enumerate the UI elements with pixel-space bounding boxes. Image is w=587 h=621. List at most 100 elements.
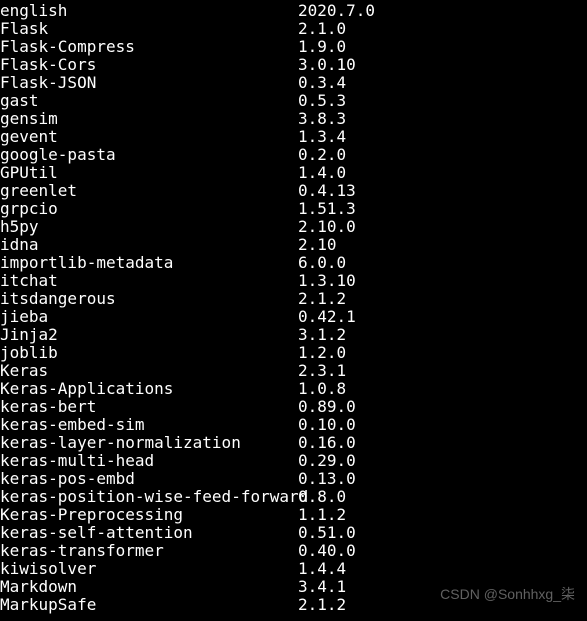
package-version: 3.8.3 bbox=[298, 110, 346, 128]
package-name: Flask bbox=[0, 20, 298, 38]
package-name: keras-multi-head bbox=[0, 452, 298, 470]
package-row: keras-pos-embd0.13.0 bbox=[0, 470, 587, 488]
package-row: keras-layer-normalization0.16.0 bbox=[0, 434, 587, 452]
package-name: english bbox=[0, 2, 298, 20]
package-row: grpcio1.51.3 bbox=[0, 200, 587, 218]
package-row: h5py2.10.0 bbox=[0, 218, 587, 236]
package-row: GPUtil1.4.0 bbox=[0, 164, 587, 182]
package-name: grpcio bbox=[0, 200, 298, 218]
package-version: 2.10 bbox=[298, 236, 337, 254]
package-version: 2.3.1 bbox=[298, 362, 346, 380]
package-version: 1.0.8 bbox=[298, 380, 346, 398]
package-name: Markdown bbox=[0, 578, 298, 596]
package-version: 0.4.13 bbox=[298, 182, 356, 200]
package-version: 2.1.0 bbox=[298, 20, 346, 38]
package-version: 2020.7.0 bbox=[298, 2, 375, 20]
package-row: gevent1.3.4 bbox=[0, 128, 587, 146]
package-version: 1.1.2 bbox=[298, 506, 346, 524]
package-row: Keras-Preprocessing1.1.2 bbox=[0, 506, 587, 524]
package-name: keras-pos-embd bbox=[0, 470, 298, 488]
package-name: greenlet bbox=[0, 182, 298, 200]
package-name: kiwisolver bbox=[0, 560, 298, 578]
package-name: gast bbox=[0, 92, 298, 110]
package-row: Jinja23.1.2 bbox=[0, 326, 587, 344]
package-name: Flask-Cors bbox=[0, 56, 298, 74]
package-name: google-pasta bbox=[0, 146, 298, 164]
package-name: itsdangerous bbox=[0, 290, 298, 308]
package-version: 1.3.10 bbox=[298, 272, 356, 290]
package-version: 0.5.3 bbox=[298, 92, 346, 110]
package-name: keras-position-wise-feed-forward bbox=[0, 488, 298, 506]
package-version: 0.3.4 bbox=[298, 74, 346, 92]
package-name: keras-embed-sim bbox=[0, 416, 298, 434]
package-version: 0.13.0 bbox=[298, 470, 356, 488]
package-name: Flask-Compress bbox=[0, 38, 298, 56]
package-row: Flask2.1.0 bbox=[0, 20, 587, 38]
package-version: 1.51.3 bbox=[298, 200, 356, 218]
package-version: 0.29.0 bbox=[298, 452, 356, 470]
package-row: itsdangerous2.1.2 bbox=[0, 290, 587, 308]
package-row: keras-transformer0.40.0 bbox=[0, 542, 587, 560]
package-version: 0.51.0 bbox=[298, 524, 356, 542]
package-row: Keras-Applications1.0.8 bbox=[0, 380, 587, 398]
package-row: idna2.10 bbox=[0, 236, 587, 254]
package-version: 0.16.0 bbox=[298, 434, 356, 452]
package-row: keras-bert0.89.0 bbox=[0, 398, 587, 416]
package-row: gensim3.8.3 bbox=[0, 110, 587, 128]
package-name: keras-bert bbox=[0, 398, 298, 416]
package-version: 0.8.0 bbox=[298, 488, 346, 506]
package-name: Keras bbox=[0, 362, 298, 380]
package-name: keras-self-attention bbox=[0, 524, 298, 542]
package-version: 3.0.10 bbox=[298, 56, 356, 74]
package-name: itchat bbox=[0, 272, 298, 290]
package-name: importlib-metadata bbox=[0, 254, 298, 272]
package-name: MarkupSafe bbox=[0, 596, 298, 614]
package-name: Keras-Preprocessing bbox=[0, 506, 298, 524]
package-row: kiwisolver1.4.4 bbox=[0, 560, 587, 578]
package-version: 1.9.0 bbox=[298, 38, 346, 56]
package-row: importlib-metadata6.0.0 bbox=[0, 254, 587, 272]
package-row: keras-multi-head0.29.0 bbox=[0, 452, 587, 470]
package-version: 0.89.0 bbox=[298, 398, 356, 416]
package-row: gast0.5.3 bbox=[0, 92, 587, 110]
package-row: keras-embed-sim0.10.0 bbox=[0, 416, 587, 434]
package-row: Flask-Compress1.9.0 bbox=[0, 38, 587, 56]
package-version: 0.42.1 bbox=[298, 308, 356, 326]
package-version: 0.2.0 bbox=[298, 146, 346, 164]
package-name: keras-layer-normalization bbox=[0, 434, 298, 452]
package-row: Flask-JSON0.3.4 bbox=[0, 74, 587, 92]
package-name: Jinja2 bbox=[0, 326, 298, 344]
package-version: 3.4.1 bbox=[298, 578, 346, 596]
package-version: 0.40.0 bbox=[298, 542, 356, 560]
package-row: Flask-Cors3.0.10 bbox=[0, 56, 587, 74]
package-name: idna bbox=[0, 236, 298, 254]
package-list: english2020.7.0Flask2.1.0Flask-Compress1… bbox=[0, 2, 587, 614]
package-name: Flask-JSON bbox=[0, 74, 298, 92]
package-row: joblib1.2.0 bbox=[0, 344, 587, 362]
package-version: 1.3.4 bbox=[298, 128, 346, 146]
package-name: GPUtil bbox=[0, 164, 298, 182]
package-row: greenlet0.4.13 bbox=[0, 182, 587, 200]
package-name: gensim bbox=[0, 110, 298, 128]
package-row: english2020.7.0 bbox=[0, 2, 587, 20]
package-version: 1.2.0 bbox=[298, 344, 346, 362]
package-version: 0.10.0 bbox=[298, 416, 356, 434]
package-name: joblib bbox=[0, 344, 298, 362]
package-version: 3.1.2 bbox=[298, 326, 346, 344]
package-name: h5py bbox=[0, 218, 298, 236]
package-version: 1.4.0 bbox=[298, 164, 346, 182]
package-version: 2.10.0 bbox=[298, 218, 356, 236]
package-name: keras-transformer bbox=[0, 542, 298, 560]
package-row: jieba0.42.1 bbox=[0, 308, 587, 326]
package-version: 2.1.2 bbox=[298, 290, 346, 308]
package-version: 2.1.2 bbox=[298, 596, 346, 614]
package-name: jieba bbox=[0, 308, 298, 326]
package-name: Keras-Applications bbox=[0, 380, 298, 398]
watermark: CSDN @Sonhhxg_柒 bbox=[440, 585, 575, 603]
package-row: google-pasta0.2.0 bbox=[0, 146, 587, 164]
package-row: keras-position-wise-feed-forward0.8.0 bbox=[0, 488, 587, 506]
package-name: gevent bbox=[0, 128, 298, 146]
package-row: Keras2.3.1 bbox=[0, 362, 587, 380]
package-version: 1.4.4 bbox=[298, 560, 346, 578]
package-version: 6.0.0 bbox=[298, 254, 346, 272]
